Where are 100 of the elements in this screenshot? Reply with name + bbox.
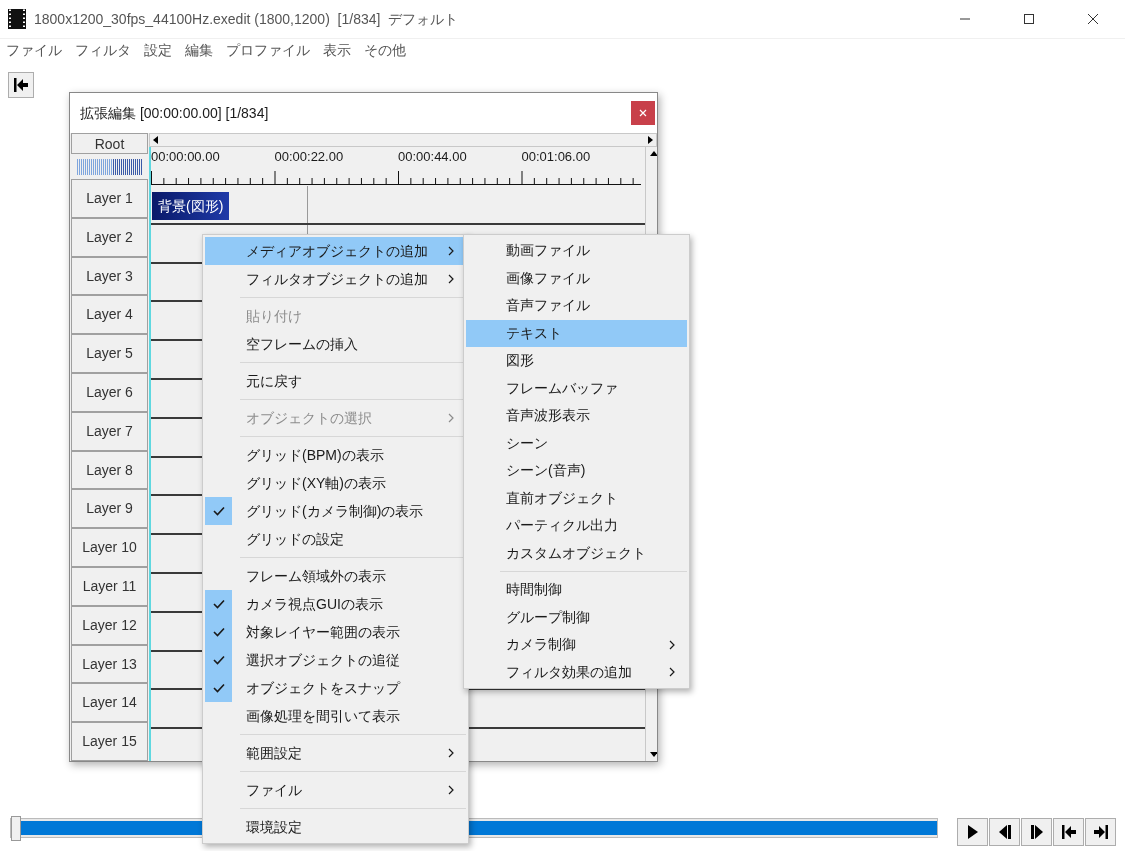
- menu-bar-item[interactable]: 設定: [144, 40, 172, 61]
- menu-item[interactable]: ファイル: [205, 776, 466, 804]
- ruler-label: 00:01:06.00: [521, 148, 592, 166]
- menu-item[interactable]: グループ制御: [466, 603, 687, 631]
- menu-item[interactable]: 範囲設定: [205, 739, 466, 767]
- menu-item[interactable]: フレームバッファ: [466, 374, 687, 402]
- layer-button[interactable]: Layer 15: [71, 722, 148, 761]
- film-icon: [8, 9, 26, 29]
- scroll-up-icon[interactable]: [649, 151, 657, 156]
- menu-item-label: 時間制御: [506, 580, 563, 600]
- play-button[interactable]: [957, 818, 988, 846]
- menu-item[interactable]: メディアオブジェクトの追加: [205, 237, 466, 265]
- ruler-label: 00:00:00.00: [151, 148, 221, 166]
- menu-item[interactable]: グリッド(カメラ制御)の表示: [205, 497, 466, 525]
- menu-item-label: 貼り付け: [246, 306, 303, 326]
- menu-bar-item[interactable]: 編集: [185, 40, 213, 61]
- layer-button[interactable]: Layer 5: [71, 334, 148, 374]
- layer-button[interactable]: Layer 1: [71, 179, 148, 218]
- menu-item[interactable]: 空フレームの挿入: [205, 330, 466, 358]
- menu-item-label: 環境設定: [246, 817, 303, 837]
- menu-item[interactable]: シーン: [466, 429, 687, 457]
- scroll-down-icon[interactable]: [649, 752, 657, 757]
- menu-item[interactable]: カスタムオブジェクト: [466, 539, 687, 567]
- menu-item[interactable]: 音声ファイル: [466, 292, 687, 320]
- layer-button[interactable]: Layer 3: [71, 256, 148, 296]
- skip-start-icon: [11, 75, 31, 95]
- menu-bar-item[interactable]: プロファイル: [226, 40, 310, 61]
- menu-item[interactable]: カメラ視点GUIの表示: [205, 590, 466, 618]
- slider-thumb[interactable]: [11, 816, 21, 841]
- menu-item[interactable]: グリッド(XY軸)の表示: [205, 469, 466, 497]
- menu-item[interactable]: 直前オブジェクト: [466, 484, 687, 512]
- chevron-right-icon: [448, 748, 454, 758]
- menu-item-label: カメラ視点GUIの表示: [246, 594, 384, 614]
- menu-item[interactable]: フィルタ効果の追加: [466, 658, 687, 686]
- menu-item[interactable]: 対象レイヤー範囲の表示: [205, 618, 466, 646]
- menu-item[interactable]: フィルタオブジェクトの追加: [205, 265, 466, 293]
- jump-to-start-button[interactable]: [1053, 818, 1084, 846]
- menu-item[interactable]: カメラ制御: [466, 631, 687, 659]
- layer-button[interactable]: Layer 10: [71, 528, 148, 567]
- menu-item[interactable]: フレーム領域外の表示: [205, 562, 466, 590]
- layer-button[interactable]: Layer 6: [71, 373, 148, 412]
- maximize-icon: [1023, 13, 1035, 25]
- menu-item-label: グリッド(XY軸)の表示: [246, 473, 387, 493]
- menu-item[interactable]: 環境設定: [205, 813, 466, 841]
- layer-button[interactable]: Layer 4: [71, 295, 148, 335]
- ruler-label: 00:00:44.00: [398, 148, 468, 166]
- menu-item[interactable]: 選択オブジェクトの追従: [205, 646, 466, 674]
- menu-item-label: メディアオブジェクトの追加: [246, 241, 429, 261]
- layer-button[interactable]: Layer 11: [71, 567, 148, 606]
- layer-button[interactable]: Layer 12: [71, 605, 148, 645]
- menu-item-label: ファイル: [246, 780, 303, 800]
- menu-bar-item[interactable]: ファイル: [6, 40, 62, 61]
- menu-item[interactable]: グリッド(BPM)の表示: [205, 441, 466, 469]
- waveform-icon: [76, 158, 143, 175]
- menu-item-label: 選択オブジェクトの追従: [246, 650, 401, 670]
- menu-item-label: 図形: [506, 351, 535, 371]
- menu-item[interactable]: 動画ファイル: [466, 237, 687, 265]
- previous-frame-button[interactable]: [989, 818, 1020, 846]
- menu-item[interactable]: シーン(音声): [466, 457, 687, 485]
- menu-item[interactable]: 音声波形表示: [466, 402, 687, 430]
- menu-item-label: 元に戻す: [246, 371, 303, 391]
- layer-button[interactable]: Layer 7: [71, 411, 148, 451]
- layer-button[interactable]: Layer 2: [71, 217, 148, 257]
- menu-item-label: 対象レイヤー範囲の表示: [246, 622, 401, 642]
- layer-button[interactable]: Layer 14: [71, 683, 148, 723]
- menu-item[interactable]: 図形: [466, 347, 687, 375]
- menu-item[interactable]: 画像ファイル: [466, 264, 687, 292]
- scroll-left-icon[interactable]: [153, 136, 158, 144]
- close-button[interactable]: [631, 101, 655, 125]
- jump-to-end-button[interactable]: [1085, 818, 1116, 846]
- close-icon: [1087, 13, 1099, 25]
- layer-button[interactable]: Layer 8: [71, 450, 148, 490]
- menu-item[interactable]: 元に戻す: [205, 367, 466, 395]
- menu-item-label: 画像ファイル: [506, 268, 591, 288]
- scroll-right-icon[interactable]: [648, 136, 653, 144]
- menu-bar-item[interactable]: その他: [364, 40, 406, 61]
- next-frame-button[interactable]: [1021, 818, 1052, 846]
- menu-item-label: 動画ファイル: [506, 241, 591, 261]
- layer-button[interactable]: Layer 9: [71, 489, 148, 529]
- menu-item[interactable]: テキスト: [466, 319, 687, 347]
- layer-button[interactable]: Layer 13: [71, 644, 148, 684]
- menu-item-label: 直前オブジェクト: [506, 488, 619, 508]
- menu-item-label: グリッド(BPM)の表示: [246, 445, 385, 465]
- menu-item-label: シーン(音声): [506, 461, 587, 481]
- jump-to-start-button[interactable]: [8, 72, 34, 98]
- chevron-right-icon: [669, 667, 675, 678]
- menu-item[interactable]: オブジェクトをスナップ: [205, 674, 466, 702]
- menu-item-label: シーン: [506, 433, 549, 453]
- menu-item-label: オブジェクトをスナップ: [246, 678, 402, 698]
- timeline-clip[interactable]: 背景(図形): [152, 192, 230, 220]
- menu-item[interactable]: グリッドの設定: [205, 525, 466, 553]
- menu-item[interactable]: パーティクル出力: [466, 512, 687, 540]
- root-button[interactable]: Root: [71, 133, 148, 154]
- chevron-right-icon: [448, 274, 454, 284]
- menu-bar-item[interactable]: 表示: [323, 40, 351, 61]
- menu-bar-item[interactable]: フィルタ: [75, 40, 131, 61]
- menu-item[interactable]: 画像処理を間引いて表示: [205, 702, 466, 730]
- horizontal-scrollbar[interactable]: [149, 133, 657, 147]
- menu-item[interactable]: 時間制御: [466, 576, 687, 604]
- chevron-right-icon: [448, 246, 454, 256]
